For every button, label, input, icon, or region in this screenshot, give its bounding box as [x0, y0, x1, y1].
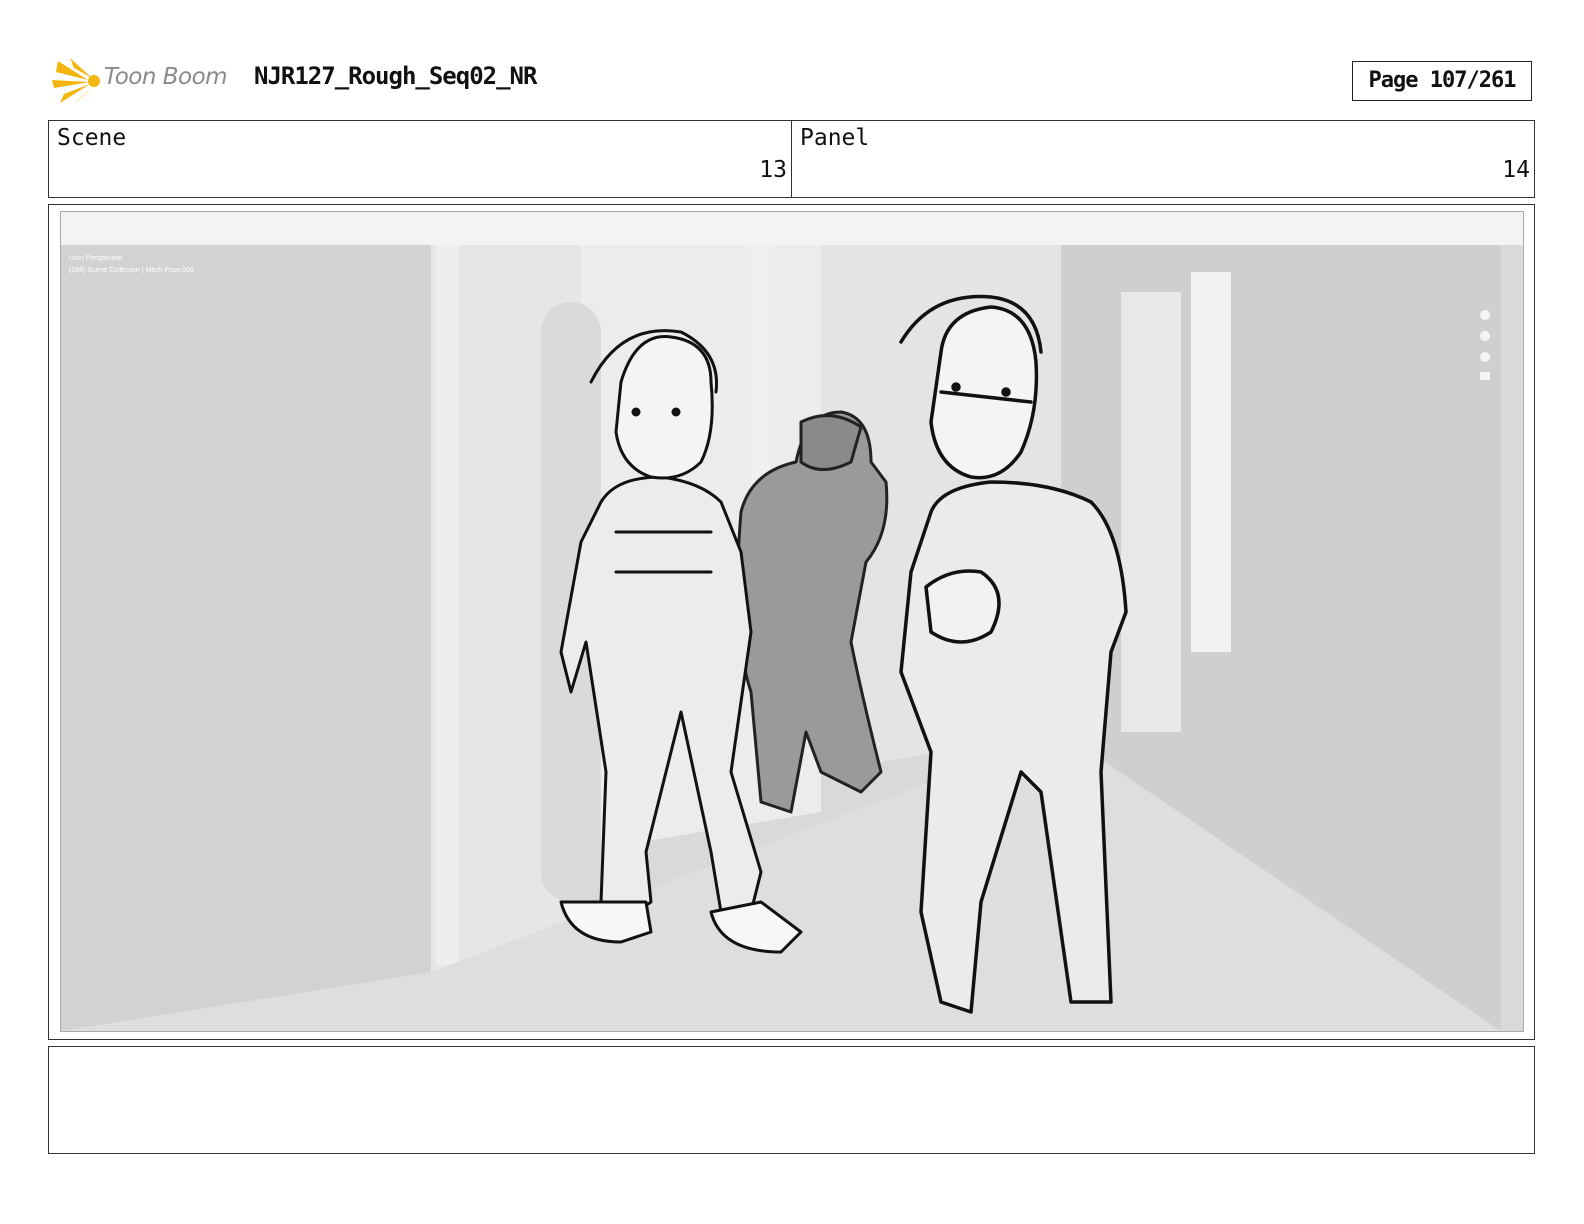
scene-number: 13	[759, 157, 787, 183]
storyboard-panel: User Perspective (158) Scene Collection …	[48, 204, 1535, 1040]
page-indicator: Page 107/261	[1352, 61, 1532, 101]
panel-label: Panel	[800, 125, 870, 151]
caption-box	[48, 1046, 1535, 1154]
document-title: NJR127_Rough_Seq02_NR	[254, 62, 537, 90]
viewport-overlay-line1: User Perspective	[69, 255, 122, 262]
panel-number: 14	[1502, 157, 1530, 183]
panel-cell: Panel 14	[791, 121, 1534, 197]
panel-image: User Perspective (158) Scene Collection …	[60, 211, 1524, 1032]
scene-panel-header: Scene 13 Panel 14	[48, 120, 1535, 198]
storyboard-sketch: User Perspective (158) Scene Collection …	[61, 212, 1523, 1031]
logo-wordmark: Toon Boom	[104, 64, 228, 90]
scene-label: Scene	[57, 125, 127, 151]
scene-cell: Scene 13	[49, 121, 791, 197]
viewport-overlay-line2: (158) Scene Collection | Mitch Pose.008	[69, 267, 194, 274]
